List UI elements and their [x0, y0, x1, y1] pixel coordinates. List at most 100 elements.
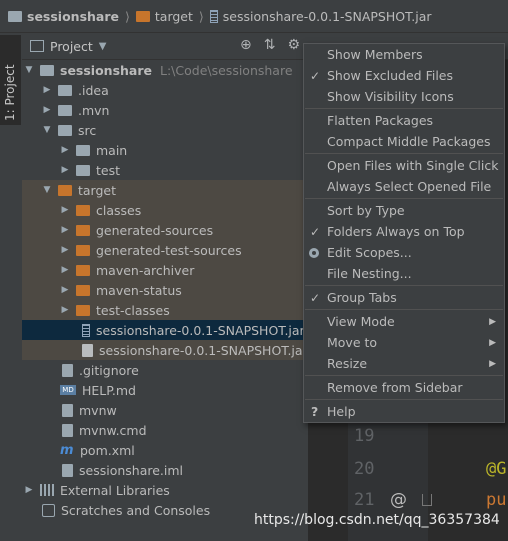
gear-icon[interactable]: ⚙ [287, 37, 300, 53]
menu-item-label: Open Files with Single Click [327, 158, 499, 173]
collapsed-arrow-icon[interactable]: ▶ [60, 145, 70, 155]
menu-item-compact-middle-packages[interactable]: Compact Middle Packages [304, 131, 504, 152]
tree-node-label: classes [96, 202, 142, 218]
menu-item-show-excluded-files[interactable]: ✓ Show Excluded Files [304, 65, 504, 86]
menu-item-label: Move to [327, 335, 378, 350]
menu-separator [305, 375, 503, 376]
tree-node-mvnw-cmd[interactable]: mvnw.cmd [22, 420, 308, 440]
menu-item-folders-always-on-top[interactable]: ✓ Folders Always on Top [304, 221, 504, 242]
tree-node-generated-test-sources[interactable]: ▶ generated-test-sources [22, 240, 308, 260]
tree-node-pom[interactable]: m pom.xml [22, 440, 308, 460]
locate-icon[interactable]: ⊕ [240, 37, 252, 53]
collapsed-arrow-icon[interactable]: ▶ [60, 165, 70, 175]
collapsed-arrow-icon[interactable]: ▶ [42, 85, 52, 95]
bookmark-icon[interactable] [422, 494, 432, 506]
menu-item-file-nesting[interactable]: File Nesting... [304, 263, 504, 284]
collapsed-arrow-icon[interactable]: ▶ [60, 265, 70, 275]
tree-node-idea[interactable]: ▶ .idea [22, 80, 308, 100]
menu-item-label: Group Tabs [327, 290, 397, 305]
collapsed-arrow-icon[interactable]: ▶ [60, 305, 70, 315]
tree-node-test[interactable]: ▶ test [22, 160, 308, 180]
tree-node-mvnw[interactable]: mvnw [22, 400, 308, 420]
menu-item-always-select-opened-file[interactable]: Always Select Opened File [304, 176, 504, 197]
code-keyword-fragment: pu [486, 490, 507, 510]
tree-node-label: maven-status [96, 282, 182, 298]
tree-node-mvn[interactable]: ▶ .mvn [22, 100, 308, 120]
tree-node-test-classes[interactable]: ▶ test-classes [22, 300, 308, 320]
tree-node-label: generated-test-sources [96, 242, 242, 258]
collapsed-arrow-icon[interactable]: ▶ [42, 105, 52, 115]
menu-item-label: File Nesting... [327, 266, 412, 281]
menu-item-sort-by-type[interactable]: Sort by Type [304, 200, 504, 221]
tree-node-target[interactable]: ▼ target [22, 180, 308, 200]
annotation-gutter-icon[interactable]: @ [390, 490, 407, 510]
tree-node-help[interactable]: MD HELP.md [22, 380, 308, 400]
collapsed-arrow-icon[interactable]: ▶ [60, 205, 70, 215]
tree-node-jar-original[interactable]: sessionshare-0.0.1-SNAPSHOT.jar.o [22, 340, 308, 360]
collapsed-arrow-icon[interactable]: ▶ [24, 485, 34, 495]
tool-window-tab-project[interactable]: 1: Project [0, 35, 21, 125]
tree-node-classes[interactable]: ▶ classes [22, 200, 308, 220]
menu-separator [305, 309, 503, 310]
menu-separator [305, 153, 503, 154]
tree-node-main[interactable]: ▶ main [22, 140, 308, 160]
tree-node-label: Scratches and Consoles [61, 502, 211, 518]
expanded-arrow-icon[interactable]: ▼ [42, 185, 52, 195]
file-icon [82, 343, 93, 357]
breadcrumb-item-project[interactable]: sessionshare ⟩ [8, 9, 130, 24]
menu-separator [305, 108, 503, 109]
excluded-folder-icon [58, 184, 72, 196]
tree-node-label: mvnw [79, 402, 117, 418]
expanded-arrow-icon[interactable]: ▼ [42, 125, 52, 135]
menu-item-label: Always Select Opened File [327, 179, 492, 194]
scope-radio-icon [309, 247, 319, 258]
collapsed-arrow-icon[interactable]: ▶ [60, 285, 70, 295]
chevron-down-icon[interactable]: ▼ [99, 41, 107, 52]
tree-node-label: sessionshare-0.0.1-SNAPSHOT.jar.o [99, 342, 308, 358]
tree-node-iml[interactable]: sessionshare.iml [22, 460, 308, 480]
menu-item-label: Edit Scopes... [327, 245, 412, 260]
tree-node-label: External Libraries [60, 482, 170, 498]
excluded-folder-icon [76, 264, 90, 276]
tree-node-generated-sources[interactable]: ▶ generated-sources [22, 220, 308, 240]
breadcrumb-item-jar[interactable]: sessionshare-0.0.1-SNAPSHOT.jar [209, 9, 432, 24]
left-tool-strip: 1: Project [0, 33, 23, 541]
collapse-icon[interactable]: ⇅ [264, 37, 276, 53]
tree-node-src[interactable]: ▼ src [22, 120, 308, 140]
tree-node-label: sessionshare-0.0.1-SNAPSHOT.jar [96, 322, 305, 338]
maven-icon: m [60, 442, 74, 458]
tree-node-external-libraries[interactable]: ▶ External Libraries [22, 480, 308, 500]
menu-item-resize[interactable]: Resize ▶ [304, 353, 504, 374]
menu-item-edit-scopes[interactable]: Edit Scopes... [304, 242, 504, 263]
menu-item-flatten-packages[interactable]: Flatten Packages [304, 110, 504, 131]
menu-item-label: Show Visibility Icons [327, 89, 454, 104]
collapsed-arrow-icon[interactable]: ▶ [60, 245, 70, 255]
menu-item-show-members[interactable]: Show Members [304, 44, 504, 65]
menu-item-view-mode[interactable]: View Mode ▶ [304, 311, 504, 332]
tree-node-jar[interactable]: sessionshare-0.0.1-SNAPSHOT.jar [22, 320, 308, 340]
tree-node-maven-status[interactable]: ▶ maven-status [22, 280, 308, 300]
expanded-arrow-icon[interactable]: ▼ [24, 65, 34, 75]
breadcrumb-item-target[interactable]: target ⟩ [135, 9, 204, 24]
menu-item-group-tabs[interactable]: ✓ Group Tabs [304, 287, 504, 308]
tree-node-root[interactable]: ▼ sessionshare L:\Code\sessionshare [22, 60, 308, 80]
tree-node-gitignore[interactable]: .gitignore [22, 360, 308, 380]
menu-item-show-visibility-icons[interactable]: Show Visibility Icons [304, 86, 504, 107]
library-icon [40, 484, 54, 496]
tree-node-label: sessionshare [60, 62, 152, 78]
project-tree[interactable]: ▼ sessionshare L:\Code\sessionshare ▶ .i… [22, 60, 308, 541]
project-panel-title[interactable]: Project [50, 39, 93, 54]
collapsed-arrow-icon[interactable]: ▶ [60, 225, 70, 235]
menu-item-open-files-single-click[interactable]: Open Files with Single Click [304, 155, 504, 176]
tree-node-label: sessionshare.iml [79, 462, 184, 478]
text-file-icon [62, 403, 73, 417]
menu-item-remove-from-sidebar[interactable]: Remove from Sidebar [304, 377, 504, 398]
menu-item-help[interactable]: ? Help [304, 401, 504, 422]
tree-node-label: maven-archiver [96, 262, 195, 278]
tree-node-label: .gitignore [79, 362, 139, 378]
menu-item-label: Resize [327, 356, 368, 371]
tree-node-maven-archiver[interactable]: ▶ maven-archiver [22, 260, 308, 280]
line-number: 21 [354, 490, 375, 510]
menu-item-move-to[interactable]: Move to ▶ [304, 332, 504, 353]
menu-separator [305, 198, 503, 199]
